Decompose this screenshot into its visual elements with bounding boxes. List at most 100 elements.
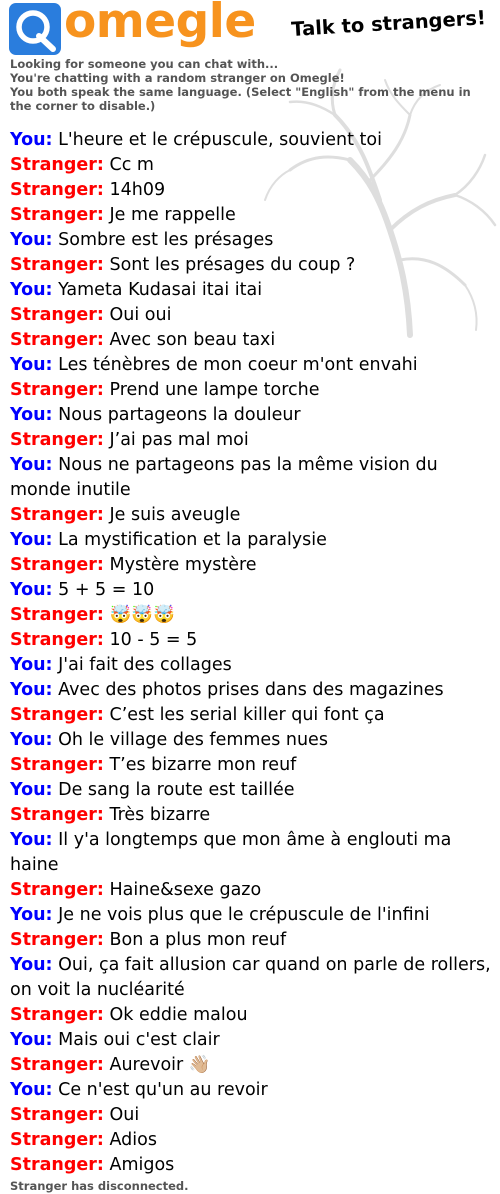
sender-you-label: You: [10,280,53,300]
message-text: C’est les serial killer qui font ça [109,705,385,725]
chat-message: You: La mystification et la paralysie [10,528,492,553]
chat-message: You: Oh le village des femmes nues [10,728,492,753]
message-text: Avec des photos prises dans des magazine… [58,680,444,700]
message-text: Il y'a longtemps que mon âme à englouti … [10,830,452,875]
chat-message: Stranger: 14h09 [10,178,492,203]
chat-message: Stranger: Amigos [10,1153,492,1178]
status-line: You both speak the same language. (Selec… [10,85,471,113]
chat-message: Stranger: Oui [10,1103,492,1128]
chat-message: Stranger: C’est les serial killer qui fo… [10,703,492,728]
sender-stranger-label: Stranger: [10,1055,104,1075]
chat-message: You: Mais oui c'est clair [10,1028,492,1053]
message-text: Les ténèbres de mon coeur m'ont envahi [58,355,418,375]
sender-stranger-label: Stranger: [10,605,104,625]
message-text: Cc m [109,155,154,175]
chat-message: You: L'heure et le crépuscule, souvient … [10,128,492,153]
sender-stranger-label: Stranger: [10,630,104,650]
message-text: Oui oui [109,305,172,325]
message-text: 10 - 5 = 5 [109,630,198,650]
message-text: Oui [109,1105,140,1125]
disconnected-status: Stranger has disconnected. [10,1179,189,1193]
chat-message: You: Il y'a longtemps que mon âme à engl… [10,828,492,878]
sender-you-label: You: [10,405,53,425]
sender-stranger-label: Stranger: [10,305,104,325]
message-text: Nous partageons la douleur [58,405,301,425]
sender-stranger-label: Stranger: [10,380,104,400]
chat-message: Stranger: Mystère mystère [10,553,492,578]
chat-message: Stranger: Ok eddie malou [10,1003,492,1028]
sender-stranger-label: Stranger: [10,180,104,200]
chat-message: Stranger: 🤯🤯🤯 [10,603,492,628]
sender-stranger-label: Stranger: [10,930,104,950]
chat-message: Stranger: Je me rappelle [10,203,492,228]
chat-message: You: Sombre est les présages [10,228,492,253]
tagline: Talk to strangers! [290,6,487,42]
sender-you-label: You: [10,1080,53,1100]
sender-you-label: You: [10,780,53,800]
sender-you-label: You: [10,530,53,550]
sender-you-label: You: [10,1030,53,1050]
chat-message: You: 5 + 5 = 10 [10,578,492,603]
chat-message: Stranger: Cc m [10,153,492,178]
omegle-logo-icon [9,3,61,55]
message-text: Bon a plus mon reuf [109,930,287,950]
sender-stranger-label: Stranger: [10,1005,104,1025]
chat-message: Stranger: J’ai pas mal moi [10,428,492,453]
sender-stranger-label: Stranger: [10,805,104,825]
message-text: Aurevoir 👋🏼 [109,1055,211,1075]
chat-message: You: Nous ne partageons pas la même visi… [10,453,492,503]
sender-you-label: You: [10,680,53,700]
sender-stranger-label: Stranger: [10,205,104,225]
sender-stranger-label: Stranger: [10,1155,104,1175]
message-text: Ce n'est qu'un au revoir [58,1080,268,1100]
message-text: Haine&sexe gazo [109,880,262,900]
sender-you-label: You: [10,655,53,675]
chat-log: You: L'heure et le crépuscule, souvient … [10,128,492,1178]
sender-stranger-label: Stranger: [10,555,104,575]
sender-you-label: You: [10,830,53,850]
status-line: You're chatting with a random stranger o… [10,71,345,85]
chat-message: You: Je ne vois plus que le crépuscule d… [10,903,492,928]
message-text: Mystère mystère [109,555,257,575]
message-text: Prend une lampe torche [109,380,320,400]
message-text: Sont les présages du coup ? [109,255,356,275]
message-text: Oui, ça fait allusion car quand on parle… [10,955,491,1000]
chat-message: You: Oui, ça fait allusion car quand on … [10,953,492,1003]
chat-message: Stranger: Haine&sexe gazo [10,878,492,903]
message-text: Sombre est les présages [58,230,274,250]
chat-message: You: Les ténèbres de mon coeur m'ont env… [10,353,492,378]
sender-you-label: You: [10,730,53,750]
sender-stranger-label: Stranger: [10,1130,104,1150]
message-text: Oh le village des femmes nues [58,730,328,750]
message-text: 🤯🤯🤯 [109,605,175,625]
sender-you-label: You: [10,955,53,975]
chat-message: You: Yameta Kudasai itai itai [10,278,492,303]
message-text: La mystification et la paralysie [58,530,327,550]
sender-you-label: You: [10,355,53,375]
sender-you-label: You: [10,455,53,475]
sender-you-label: You: [10,905,53,925]
chat-message: You: J'ai fait des collages [10,653,492,678]
chat-message: Stranger: Oui oui [10,303,492,328]
message-text: Je me rappelle [109,205,236,225]
message-text: Yameta Kudasai itai itai [58,280,263,300]
sender-you-label: You: [10,580,53,600]
chat-message: You: Nous partageons la douleur [10,403,492,428]
message-text: J’ai pas mal moi [109,430,249,450]
message-text: Avec son beau taxi [109,330,276,350]
chat-message: Stranger: Très bizarre [10,803,492,828]
message-text: Ok eddie malou [109,1005,248,1025]
chat-message: Stranger: Adios [10,1128,492,1153]
chat-message: Stranger: 10 - 5 = 5 [10,628,492,653]
message-text: De sang la route est taillée [58,780,295,800]
omegle-logo-text[interactable]: omegle [64,0,256,49]
message-text: Très bizarre [109,805,211,825]
chat-message: Stranger: Aurevoir 👋🏼 [10,1053,492,1078]
chat-message: You: Avec des photos prises dans des mag… [10,678,492,703]
message-text: 14h09 [109,180,166,200]
sender-stranger-label: Stranger: [10,330,104,350]
status-messages: Looking for someone you can chat with...… [10,57,490,113]
message-text: T’es bizarre mon reuf [109,755,297,775]
chat-message: Stranger: T’es bizarre mon reuf [10,753,492,778]
message-text: L'heure et le crépuscule, souvient toi [58,130,382,150]
